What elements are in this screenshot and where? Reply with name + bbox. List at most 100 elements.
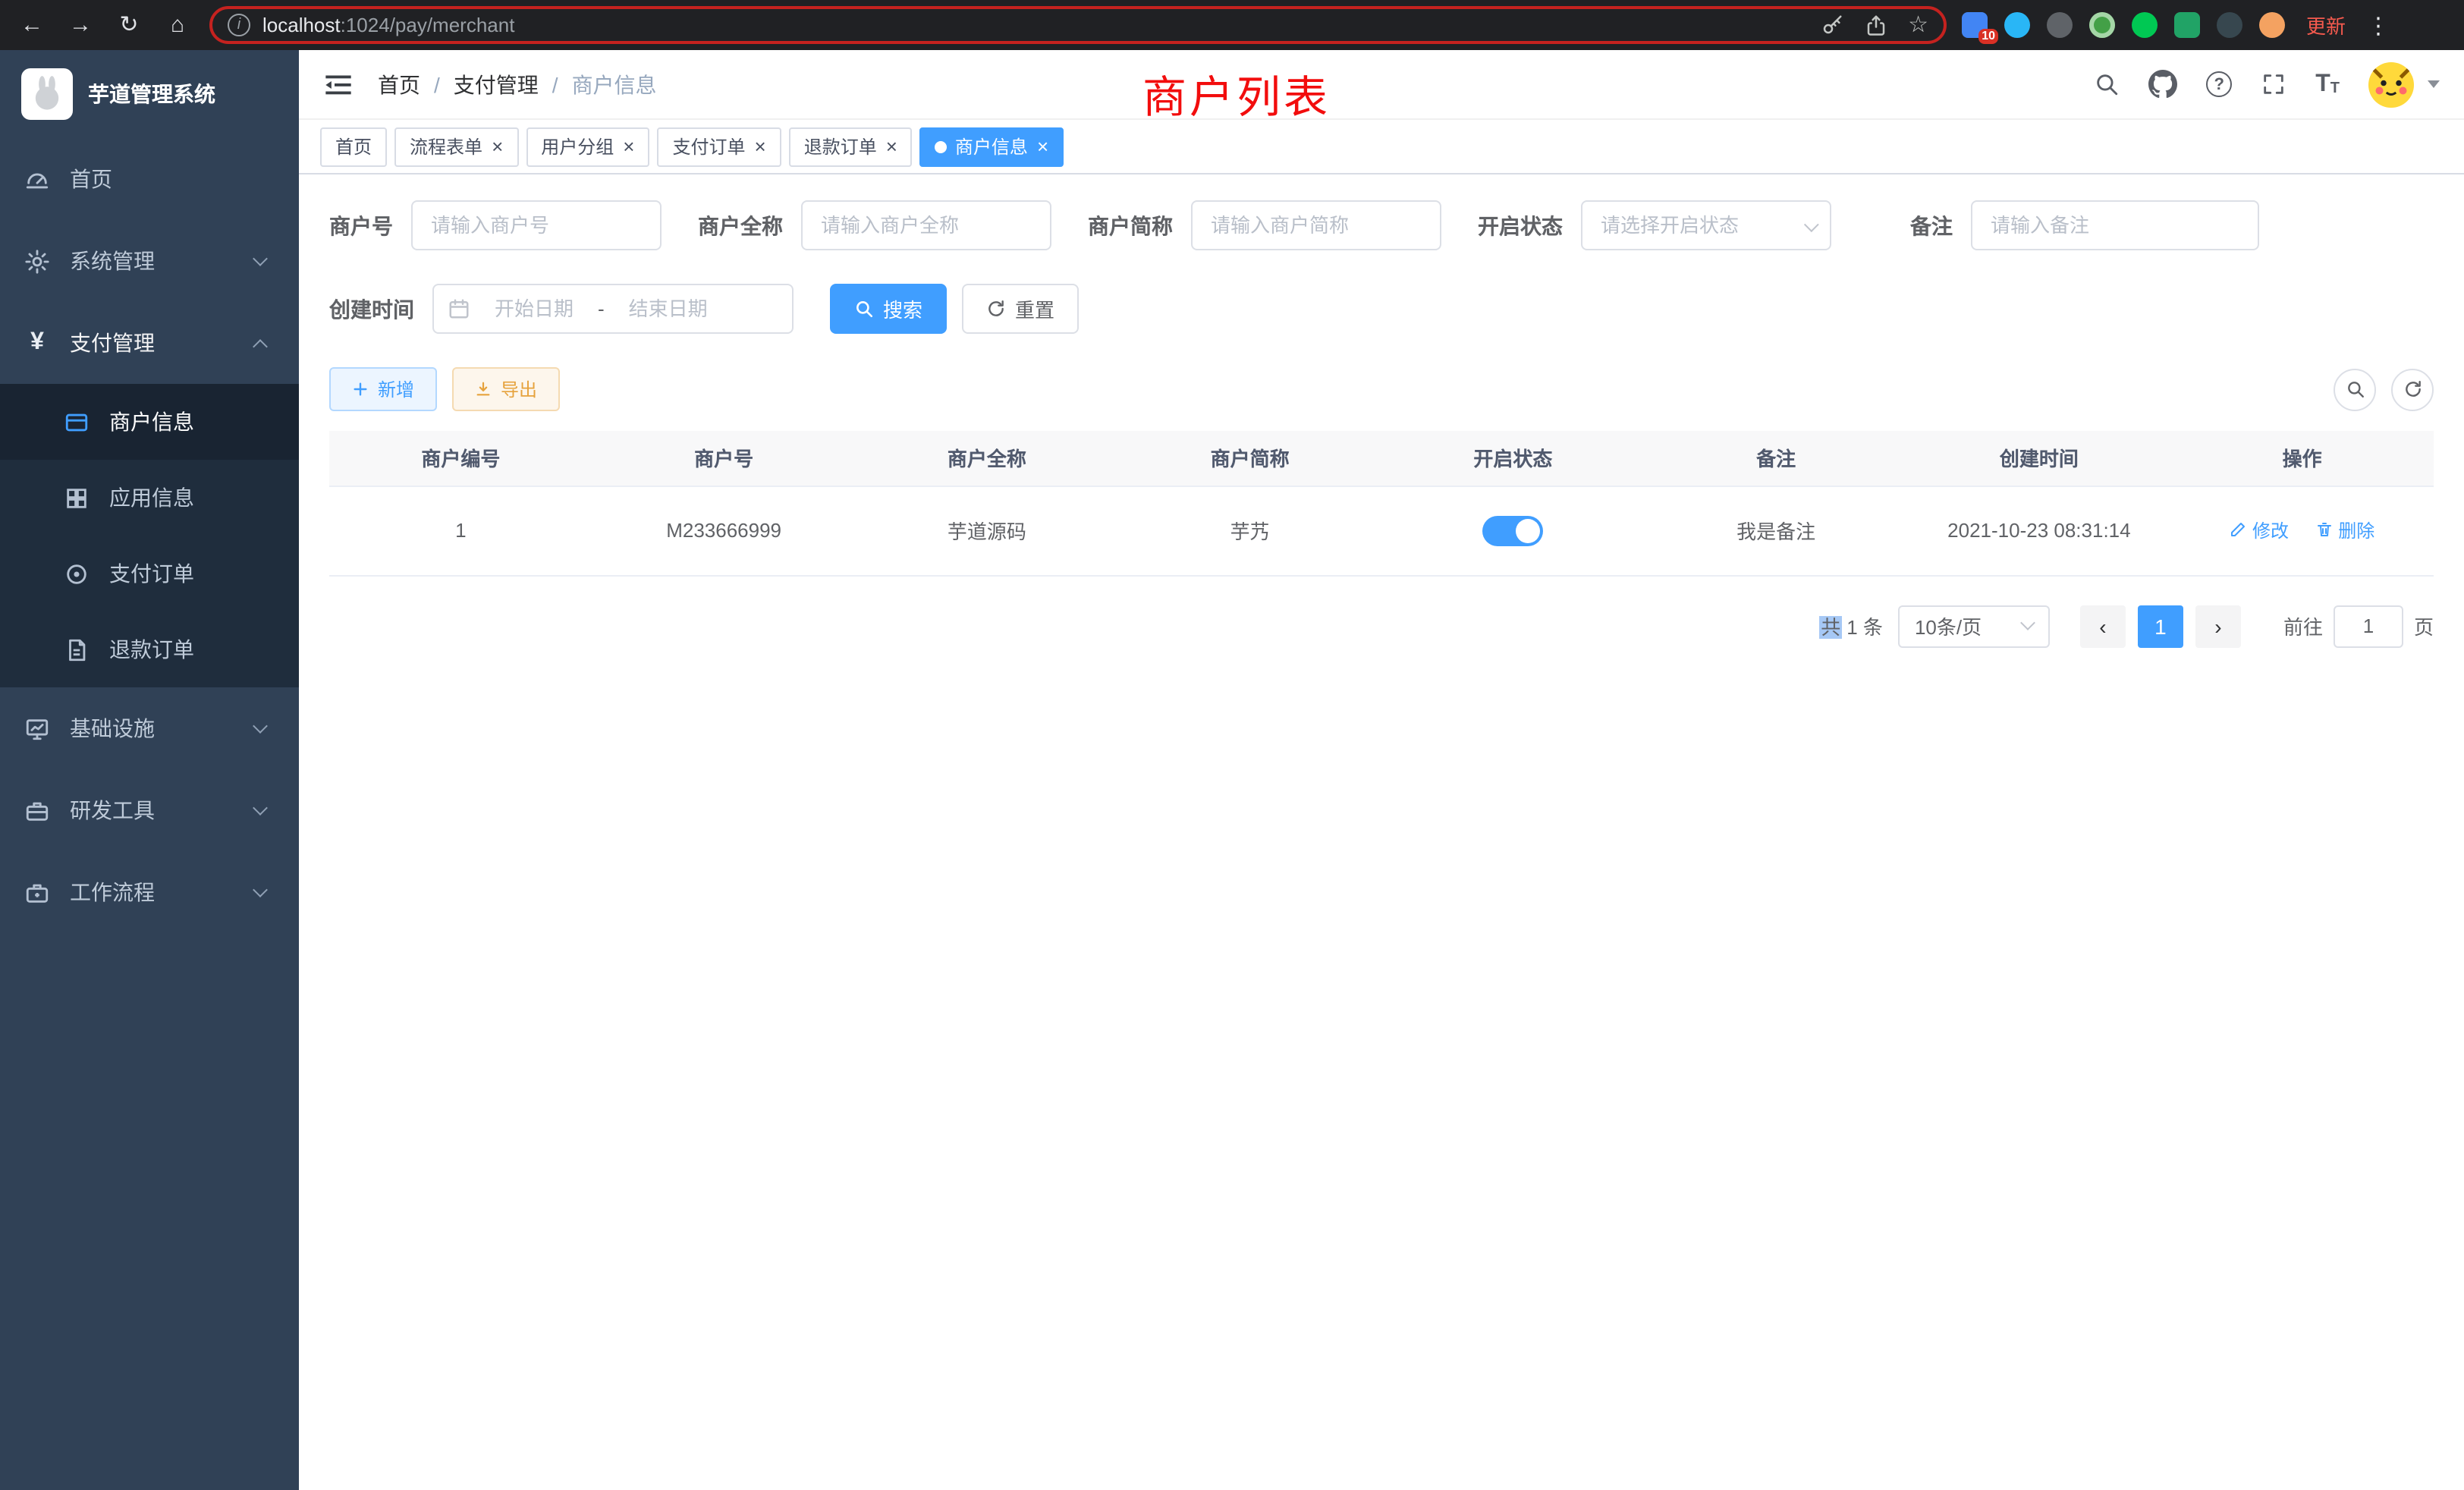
browser-reload-icon[interactable]: [112, 14, 146, 36]
export-button[interactable]: 导出: [452, 367, 560, 411]
user-avatar[interactable]: [2368, 61, 2414, 107]
avatar-caret-icon[interactable]: [2428, 80, 2440, 88]
breadcrumb-home[interactable]: 首页: [378, 69, 420, 99]
close-icon[interactable]: [492, 137, 503, 156]
prev-page-button[interactable]: [2080, 605, 2126, 647]
sidebar-item-home[interactable]: 首页: [0, 138, 299, 220]
goto-page-input[interactable]: [2334, 605, 2403, 647]
navbar-actions: [2094, 61, 2440, 107]
tab-pay-order[interactable]: 支付订单: [657, 127, 781, 166]
tab-home[interactable]: 首页: [320, 127, 387, 166]
tab-process-form[interactable]: 流程表单: [394, 127, 518, 166]
close-icon[interactable]: [755, 137, 766, 156]
close-icon[interactable]: [623, 137, 634, 156]
toggle-search-button[interactable]: [2334, 368, 2376, 410]
tab-merchant-info[interactable]: 商户信息: [920, 127, 1064, 166]
add-button[interactable]: 新增: [329, 367, 437, 411]
filter-short-name: 商户简称: [1088, 200, 1441, 250]
sidebar-item-merchant-info[interactable]: 商户信息: [0, 384, 299, 460]
sidebar-item-system[interactable]: 系统管理: [0, 220, 299, 302]
extension-icon-2[interactable]: [2004, 12, 2030, 38]
address-bar[interactable]: localhost:1024/pay/merchant: [209, 6, 1947, 44]
filter-create-time: 创建时间 -: [329, 284, 794, 334]
browser-back-icon[interactable]: [15, 14, 49, 36]
column-header-short-name: 商户简称: [1118, 431, 1381, 486]
filter-merchant-no: 商户号: [329, 200, 662, 250]
extension-icon-6[interactable]: [2174, 12, 2200, 38]
search-icon[interactable]: [2094, 71, 2120, 97]
password-key-icon[interactable]: [1820, 14, 1843, 36]
sidebar-item-workflow[interactable]: 工作流程: [0, 851, 299, 933]
sidebar-item-dev-tools[interactable]: 研发工具: [0, 769, 299, 851]
extension-icon-1[interactable]: 10: [1962, 12, 1988, 38]
sidebar-item-payment[interactable]: 支付管理: [0, 302, 299, 384]
screenshot-root: localhost:1024/pay/merchant 10 更新: [0, 0, 2464, 1490]
column-header-actions: 操作: [2170, 431, 2434, 486]
credit-card-icon: [64, 409, 90, 435]
payment-submenu: 商户信息 应用信息 支付订单: [0, 384, 299, 687]
app-logo[interactable]: 芋道管理系统: [0, 50, 299, 138]
browser-profile-avatar[interactable]: [2259, 12, 2285, 38]
total-rest: 1 条: [1846, 616, 1883, 639]
next-page-button[interactable]: [2195, 605, 2241, 647]
sidebar-menu: 首页 系统管理 支付管理: [0, 138, 299, 933]
monitor-icon: [24, 715, 50, 741]
short-name-input[interactable]: [1191, 200, 1441, 250]
refresh-button[interactable]: [2391, 368, 2434, 410]
help-icon[interactable]: [2206, 71, 2232, 97]
tab-label: 支付订单: [672, 134, 745, 159]
url-text: localhost:1024/pay/merchant: [262, 14, 1808, 36]
remark-input[interactable]: [1971, 200, 2259, 250]
cell-id: 1: [329, 486, 592, 575]
font-size-icon[interactable]: [2315, 72, 2340, 96]
cell-status: [1381, 486, 1645, 575]
browser-forward-icon[interactable]: [64, 14, 97, 36]
merchant-no-input[interactable]: [411, 200, 662, 250]
bookmark-star-icon[interactable]: [1908, 11, 1928, 39]
sidebar-item-pay-order[interactable]: 支付订单: [0, 536, 299, 611]
breadcrumb: 首页 / 支付管理 / 商户信息: [378, 69, 657, 99]
sidebar-item-infrastructure[interactable]: 基础设施: [0, 687, 299, 769]
sidebar-item-refund-order[interactable]: 退款订单: [0, 611, 299, 687]
share-icon[interactable]: [1864, 14, 1887, 36]
breadcrumb-payment[interactable]: 支付管理: [454, 69, 539, 99]
fullscreen-icon[interactable]: [2261, 71, 2286, 97]
site-info-icon[interactable]: [228, 14, 250, 36]
date-range-picker[interactable]: -: [432, 284, 794, 334]
delete-button[interactable]: 删除: [2315, 517, 2374, 543]
sidebar-toggle-icon[interactable]: [323, 69, 354, 99]
add-button-label: 新增: [378, 376, 414, 402]
field-label: 商户简称: [1088, 210, 1173, 240]
sidebar-item-app-info[interactable]: 应用信息: [0, 460, 299, 536]
date-end-input[interactable]: [612, 297, 724, 320]
browser-home-icon[interactable]: [161, 14, 194, 36]
pagination: 共1 条 10条/页 1 前往 页: [329, 605, 2434, 647]
filter-full-name: 商户全称: [698, 200, 1051, 250]
github-icon[interactable]: [2148, 70, 2177, 99]
status-toggle[interactable]: [1482, 515, 1543, 545]
reset-button[interactable]: 重置: [962, 284, 1079, 334]
edit-button[interactable]: 修改: [2230, 517, 2289, 543]
column-header-status: 开启状态: [1381, 431, 1645, 486]
tab-refund-order[interactable]: 退款订单: [789, 127, 913, 166]
sidebar-item-label: 基础设施: [70, 713, 155, 743]
page-size-select[interactable]: 10条/页: [1898, 605, 2050, 647]
extension-icon-3[interactable]: [2047, 12, 2073, 38]
grid-icon: [64, 485, 90, 511]
full-name-input[interactable]: [801, 200, 1051, 250]
browser-update-button[interactable]: 更新: [2306, 11, 2346, 39]
extensions-puzzle-icon[interactable]: [2217, 12, 2242, 38]
table-toolbar: 新增 导出: [329, 367, 2434, 411]
tab-user-group[interactable]: 用户分组: [526, 127, 649, 166]
search-button[interactable]: 搜索: [830, 284, 947, 334]
status-select[interactable]: [1581, 200, 1831, 250]
sidebar-item-label: 支付订单: [109, 558, 194, 589]
tab-label: 退款订单: [804, 134, 877, 159]
close-icon[interactable]: [1037, 137, 1048, 156]
date-start-input[interactable]: [478, 297, 590, 320]
page-number-button[interactable]: 1: [2138, 605, 2183, 647]
extension-icon-5[interactable]: [2132, 12, 2158, 38]
browser-menu-icon[interactable]: [2367, 11, 2390, 39]
close-icon[interactable]: [886, 137, 897, 156]
extension-icon-4[interactable]: [2089, 12, 2115, 38]
